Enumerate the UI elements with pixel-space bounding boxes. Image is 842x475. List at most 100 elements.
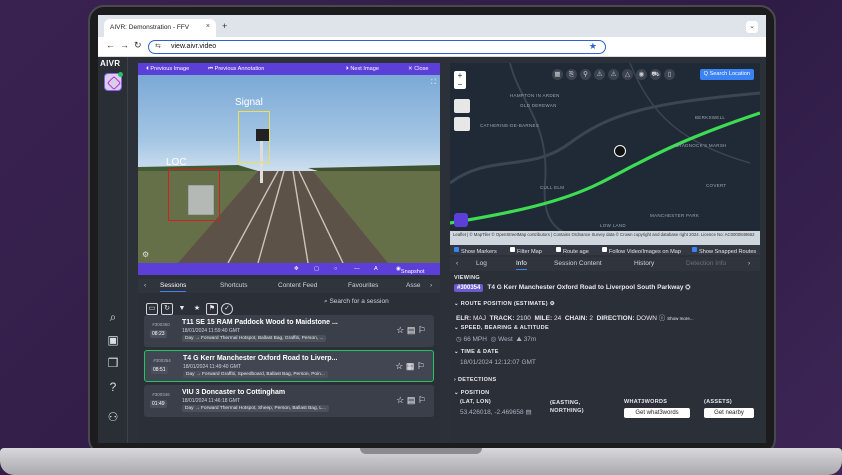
move-icon[interactable]: ✥ — [294, 266, 299, 272]
tab-session-content[interactable]: Session Content — [554, 260, 602, 267]
rectangle-tool-icon[interactable]: ▢ — [314, 266, 319, 272]
option-show-markers[interactable]: Show Markers — [454, 247, 497, 255]
next-image-button[interactable]: ⏵ Next Image — [346, 66, 379, 73]
tab-info[interactable]: Info — [516, 260, 527, 270]
help-icon[interactable]: ? — [105, 379, 121, 395]
zoom-in-button[interactable]: + — [454, 71, 466, 80]
tab-content-feed[interactable]: Content Feed — [278, 282, 317, 289]
warning-icon[interactable]: ⚠ — [594, 69, 605, 80]
show-more-link[interactable]: Show more... — [667, 316, 694, 321]
session-tags: Day → Forward Thermal Hotspot, Ballast B… — [182, 335, 327, 342]
map-tool-icon-3[interactable]: ⚲ — [580, 69, 591, 80]
viewer-toolbar: ⏴ Previous Image ⏮ Previous Annotation ⏵… — [138, 63, 440, 75]
get-nearby-button[interactable]: Get nearby — [704, 408, 754, 418]
info-icon[interactable]: ⓘ — [659, 315, 666, 322]
option-show-snapped-routes[interactable]: Show Snapped Routes — [692, 247, 756, 255]
forward-icon[interactable]: → — [120, 40, 129, 50]
time-header[interactable]: ⌄ TIME & DATE — [454, 349, 499, 355]
tab-prev-icon[interactable]: ‹ — [456, 260, 458, 267]
loc-bounding-box[interactable] — [168, 169, 220, 221]
reload-icon[interactable]: ↻ — [134, 40, 142, 51]
tab-favourites[interactable]: Favourites — [348, 282, 378, 289]
refresh-icon[interactable]: ↻ — [161, 303, 173, 315]
tab-history[interactable]: History — [634, 260, 654, 267]
circle-tool-icon[interactable]: ○ — [334, 266, 337, 272]
url-bar[interactable]: ⇆ view.aivr.video ★ — [148, 40, 606, 54]
map-tool-icon-2[interactable]: ⎘ — [566, 69, 577, 80]
copy-icon[interactable]: ▤ — [525, 409, 531, 416]
camera-map-icon[interactable]: ◉ — [636, 69, 647, 80]
option-filter-map[interactable]: Filter Map — [510, 247, 542, 255]
map-panel[interactable]: + − ▦ ⎘ ⚲ ⚠ ⚠ △ ◉ ⛟ ▯ Q Search Location HAMPTON … — [450, 63, 760, 245]
track-photo[interactable]: Signal LOC ⛶ ⚙ — [138, 75, 440, 263]
tab-next-icon[interactable]: › — [430, 282, 432, 289]
route-position-header[interactable]: ⌄ ROUTE POSITION (ESTIMATE) ⚙ — [454, 301, 555, 307]
star-icon[interactable]: ☆ — [396, 325, 404, 335]
tab-shortcuts[interactable]: Shortcuts — [220, 282, 247, 289]
ruler-tool-icon[interactable] — [454, 99, 470, 113]
new-tab-icon[interactable]: + — [222, 21, 227, 31]
star-icon[interactable]: ☆ — [396, 395, 404, 405]
tab-log[interactable]: Log — [476, 260, 487, 267]
previous-annotation-button[interactable]: ⏮ Previous Annotation — [208, 66, 264, 73]
flag-icon[interactable]: ⚐ — [418, 325, 426, 335]
warning-alt-icon[interactable]: ⚠ — [608, 69, 619, 80]
pin-icon[interactable]: ⛭ — [685, 284, 690, 291]
get-what3words-button[interactable]: Get what3words — [624, 408, 690, 418]
option-label: Route age — [563, 249, 589, 255]
line-tool-icon[interactable]: — — [354, 266, 360, 272]
flag-icon[interactable]: ⚐ — [417, 361, 425, 371]
previous-image-button[interactable]: ⏴ Previous Image — [146, 66, 189, 73]
calendar-icon[interactable]: ▭ — [146, 303, 158, 315]
video-icon[interactable]: ▦ — [406, 361, 415, 371]
map-tool-icon-1[interactable]: ▦ — [552, 69, 563, 80]
position-header[interactable]: ⌄ POSITION — [454, 390, 489, 396]
workspace-avatar[interactable] — [104, 72, 123, 91]
flag-icon[interactable]: ⚐ — [418, 395, 426, 405]
tab-prev-icon[interactable]: ‹ — [144, 282, 146, 289]
train-icon[interactable]: ⛟ — [650, 69, 661, 80]
speed-header[interactable]: ⌄ SPEED, BEARING & ALTITUDE — [454, 325, 549, 331]
flag-icon[interactable]: ⚑ — [206, 303, 218, 315]
search-icon[interactable]: ⌕ — [105, 309, 121, 325]
option-follow-video[interactable]: Follow Video/Images on Map — [602, 247, 681, 255]
route-position-label: ROUTE POSITION (ESTIMATE) — [460, 301, 548, 307]
camera-icon[interactable]: ▣ — [105, 332, 121, 348]
tab-search-icon[interactable]: ⌄ — [746, 21, 758, 33]
bookmark-star-icon[interactable]: ★ — [589, 41, 597, 52]
tab-assets[interactable]: Asse — [406, 282, 420, 289]
search-location-button[interactable]: Q Search Location — [699, 69, 754, 80]
session-card-active[interactable]: #300354 08:51 T4 G Kerr Manchester Oxfor… — [144, 350, 434, 382]
session-search-input[interactable]: ⌕ Search for a session — [324, 298, 389, 306]
pages-icon[interactable]: ❒ — [105, 355, 121, 371]
zoom-out-button[interactable]: − — [454, 80, 466, 89]
tab-sessions[interactable]: Sessions — [160, 282, 187, 292]
map-place-label: MANCHESTER PARK — [650, 213, 700, 218]
browser-tab[interactable]: AIVR: Demonstration - FFV × — [104, 19, 216, 37]
layers-icon[interactable] — [454, 117, 470, 131]
train-position-marker[interactable] — [614, 145, 626, 157]
gallery-icon[interactable]: ▤ — [407, 325, 416, 335]
star-icon[interactable]: ☆ — [395, 361, 403, 371]
tab-next-icon[interactable]: › — [748, 260, 750, 267]
session-card[interactable]: #300346 01:49 VIU 3 Doncaster to Cotting… — [144, 385, 434, 417]
session-card[interactable]: #300350 08:23 T11 SE 15 RAM Paddock Wood… — [144, 315, 434, 347]
triangle-icon[interactable]: △ — [622, 69, 633, 80]
back-icon[interactable]: ← — [106, 40, 115, 50]
close-button[interactable]: ✕ Close — [408, 66, 429, 72]
tab-detection-info[interactable]: Detection Info — [686, 260, 726, 267]
option-route-age[interactable]: Route age — [556, 247, 589, 255]
gallery-icon[interactable]: ▤ — [407, 395, 416, 405]
map-place-label: OLD DEREWAN — [520, 103, 557, 108]
check-icon[interactable]: ✓ — [221, 303, 233, 315]
fullscreen-icon[interactable]: ⛶ — [431, 79, 436, 87]
site-info-icon[interactable]: ⇆ — [155, 42, 161, 50]
bin-icon[interactable]: ▯ — [664, 69, 675, 80]
tab-close-icon[interactable]: × — [206, 23, 210, 30]
signal-bounding-box[interactable] — [238, 111, 270, 163]
user-icon[interactable]: ⚇ — [105, 409, 121, 425]
snapshot-button[interactable]: ◉ Snapshot — [396, 266, 425, 275]
text-tool-icon[interactable]: A — [374, 266, 378, 272]
detections-header[interactable]: › DETECTIONS — [454, 377, 496, 383]
settings-icon[interactable]: ⚙ — [142, 250, 149, 259]
